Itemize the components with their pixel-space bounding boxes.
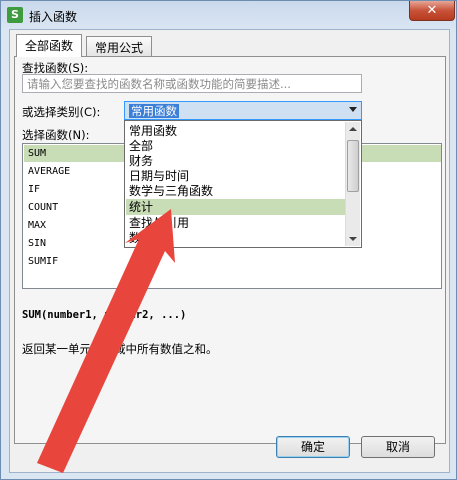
close-button[interactable]: ✕ xyxy=(409,1,455,21)
function-syntax: SUM(number1, number2, ...) xyxy=(22,309,187,321)
dropdown-option[interactable]: 查找与引用 xyxy=(126,215,345,231)
category-select[interactable]: 常用函数 xyxy=(124,101,362,120)
list-item[interactable]: SUMIF xyxy=(24,253,441,270)
app-icon: S xyxy=(7,7,23,23)
function-list-label: 选择函数(N): xyxy=(22,128,90,142)
category-label: 或选择类别(C): xyxy=(22,105,101,119)
dropdown-option[interactable]: 财务 xyxy=(126,153,345,169)
dialog-title: 插入函数 xyxy=(29,10,78,24)
dropdown-option[interactable]: 数学与三角函数 xyxy=(126,183,345,199)
ok-button[interactable]: 确定 xyxy=(276,436,350,458)
dropdown-option[interactable]: 全部 xyxy=(126,138,345,154)
dialog-body: 全部函数 常用公式 查找函数(S): 请输入您要查找的函数名称或函数功能的简要描… xyxy=(9,29,450,473)
category-dropdown-list[interactable]: 常用函数 全部 财务 日期与时间 数学与三角函数 统计 查找与引用 数据库 xyxy=(124,120,362,248)
dropdown-option-highlighted[interactable]: 统计 xyxy=(126,199,345,215)
chevron-down-icon[interactable] xyxy=(349,107,357,112)
dropdown-option[interactable]: 数据库 xyxy=(126,230,345,246)
function-description: 返回某一单元格区域中所有数值之和。 xyxy=(22,342,218,356)
insert-function-dialog: S 插入函数 ✕ 全部函数 常用公式 查找函数(S): 请输入您要查找的函数名称… xyxy=(0,0,457,480)
scroll-down-icon[interactable] xyxy=(349,237,357,241)
scrollbar-thumb[interactable] xyxy=(347,140,359,192)
tab-common-formulas[interactable]: 常用公式 xyxy=(86,36,153,57)
title-bar[interactable]: S 插入函数 ✕ xyxy=(1,1,457,29)
tab-all-functions[interactable]: 全部函数 xyxy=(16,34,83,57)
cancel-button[interactable]: 取消 xyxy=(361,436,435,458)
scroll-up-icon[interactable] xyxy=(349,127,357,131)
dropdown-scrollbar[interactable] xyxy=(345,122,360,246)
dropdown-option[interactable]: 日期与时间 xyxy=(126,168,345,184)
dropdown-option[interactable]: 常用函数 xyxy=(126,123,345,139)
search-input[interactable]: 请输入您要查找的函数名称或函数功能的简要描述... xyxy=(22,74,362,93)
category-selected-value: 常用函数 xyxy=(129,104,179,118)
